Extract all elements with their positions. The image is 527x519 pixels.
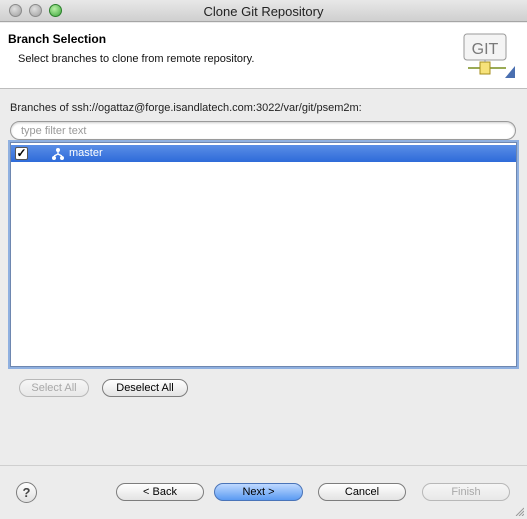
next-button[interactable]: Next > <box>214 483 303 501</box>
filter-input[interactable] <box>10 121 516 140</box>
branch-name: master <box>69 147 103 159</box>
finish-button[interactable]: Finish <box>422 483 510 501</box>
banner-subtitle: Select branches to clone from remote rep… <box>18 53 255 65</box>
window-title: Clone Git Repository <box>203 4 324 19</box>
branch-icon <box>52 148 64 160</box>
branch-checkbox-master[interactable]: ✓ <box>15 147 28 160</box>
cancel-button[interactable]: Cancel <box>318 483 406 501</box>
banner-title: Branch Selection <box>8 32 107 46</box>
git-logo-icon: GIT <box>463 33 515 78</box>
footer-divider <box>0 465 527 466</box>
title-bar: Clone Git Repository <box>0 0 527 22</box>
wizard-banner: Branch Selection Select branches to clon… <box>0 23 527 89</box>
clone-git-repository-dialog: Clone Git Repository Branch Selection Se… <box>0 0 527 519</box>
help-button[interactable]: ? <box>16 482 37 503</box>
branches-label: Branches of ssh://ogattaz@forge.isandlat… <box>10 102 362 114</box>
branch-list[interactable]: ✓ master <box>10 142 517 367</box>
back-button[interactable]: < Back <box>116 483 204 501</box>
git-logo-text: GIT <box>472 41 499 58</box>
deselect-all-button[interactable]: Deselect All <box>102 379 188 397</box>
select-all-button[interactable]: Select All <box>19 379 89 397</box>
branch-row-master[interactable]: ✓ master <box>11 145 516 162</box>
resize-grip-icon[interactable] <box>514 506 524 516</box>
